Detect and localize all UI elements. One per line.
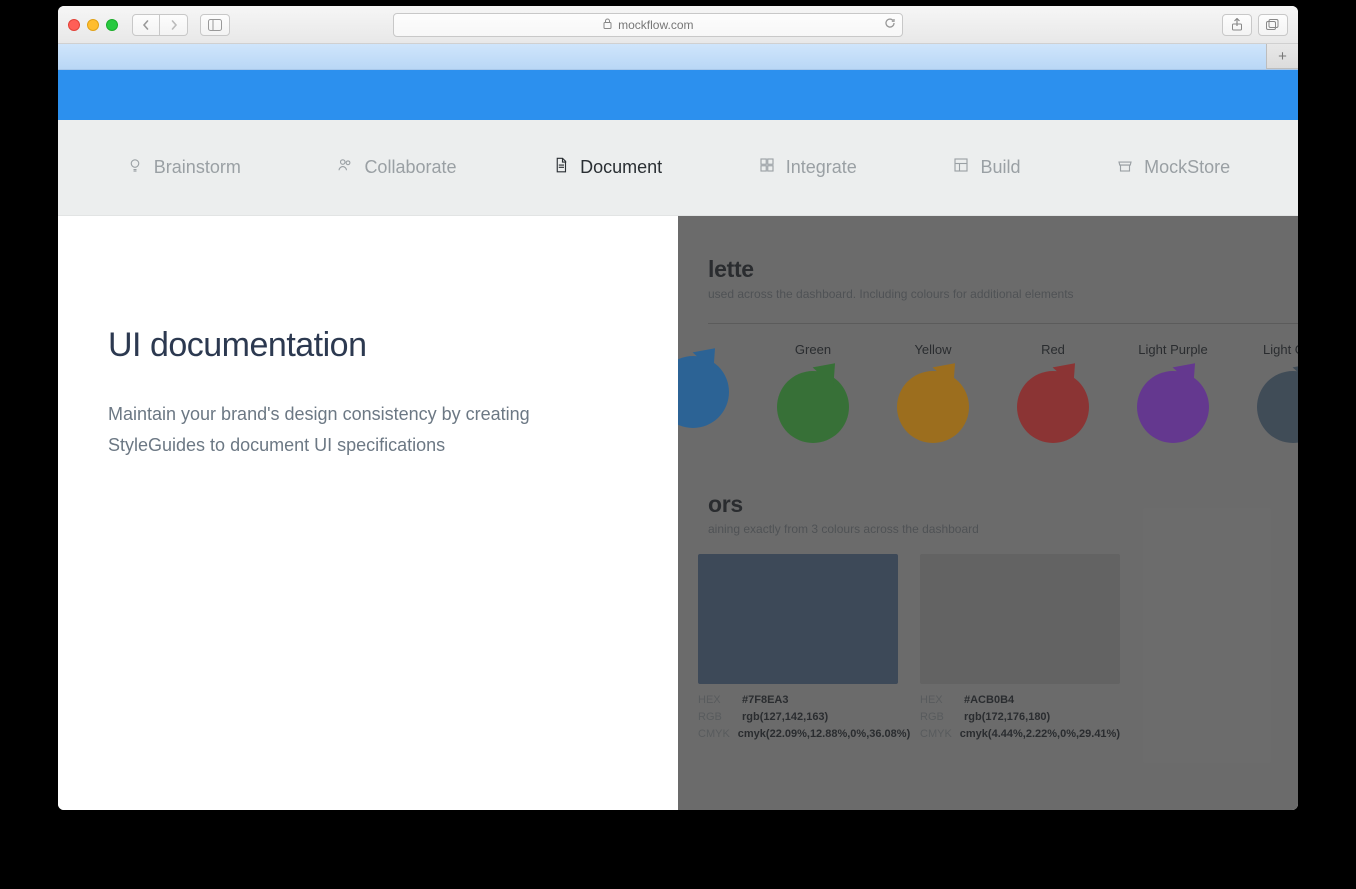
lightbulb-icon bbox=[126, 156, 144, 179]
tab-label: Brainstorm bbox=[154, 157, 241, 178]
share-button[interactable] bbox=[1222, 14, 1252, 36]
split-area: UI documentation Maintain your brand's d… bbox=[58, 216, 1298, 810]
hero-panel: UI documentation Maintain your brand's d… bbox=[58, 216, 678, 810]
close-window-button[interactable] bbox=[68, 19, 80, 31]
grid-icon bbox=[758, 156, 776, 179]
colors-heading: ors bbox=[708, 491, 1298, 518]
zoom-window-button[interactable] bbox=[106, 19, 118, 31]
color-cards-row: HEX7RGB0,71)CMYK8.17%,15.49%,0%,72.16%)H… bbox=[678, 554, 1298, 745]
tab-label: Document bbox=[580, 157, 662, 178]
nav-buttons bbox=[132, 14, 188, 36]
store-icon bbox=[1116, 156, 1134, 179]
browser-window: mockflow.com + Brainstorm Collab bbox=[58, 6, 1298, 810]
hero-title: UI documentation bbox=[108, 326, 638, 365]
titlebar: mockflow.com bbox=[58, 6, 1298, 44]
palette-heading: lette bbox=[708, 256, 1298, 283]
palette-droplet: Green bbox=[774, 342, 852, 443]
window-controls bbox=[68, 19, 118, 31]
layout-icon bbox=[952, 156, 970, 179]
tab-label: Integrate bbox=[786, 157, 857, 178]
site-header bbox=[58, 70, 1298, 120]
tab-mockstore[interactable]: MockStore bbox=[1116, 156, 1230, 179]
tab-label: MockStore bbox=[1144, 157, 1230, 178]
page-content: Brainstorm Collaborate Document Integrat… bbox=[58, 70, 1298, 810]
document-icon bbox=[552, 156, 570, 179]
droplet-shape bbox=[678, 356, 729, 428]
droplet-shape bbox=[1257, 371, 1298, 443]
minimize-window-button[interactable] bbox=[87, 19, 99, 31]
reload-icon[interactable] bbox=[884, 17, 896, 32]
droplet-shape bbox=[1017, 371, 1089, 443]
lock-icon bbox=[603, 18, 612, 32]
toolbar-right bbox=[1222, 14, 1288, 36]
tab-build[interactable]: Build bbox=[952, 156, 1020, 179]
droplet-label: Light Purple bbox=[1138, 342, 1207, 357]
tab-integrate[interactable]: Integrate bbox=[758, 156, 857, 179]
palette-droplet: Red bbox=[1014, 342, 1092, 443]
color-swatch bbox=[920, 554, 1120, 684]
tabs-overview-button[interactable] bbox=[1258, 14, 1288, 36]
back-button[interactable] bbox=[132, 14, 160, 36]
hero-description: Maintain your brand's design consistency… bbox=[108, 399, 608, 460]
tab-label: Collaborate bbox=[364, 157, 456, 178]
forward-button[interactable] bbox=[160, 14, 188, 36]
palette-droplet: Light Purple bbox=[1134, 342, 1212, 443]
people-icon bbox=[336, 156, 354, 179]
url-text: mockflow.com bbox=[618, 18, 693, 32]
palette-row: Green Yellow Red Light Purple Light Grey bbox=[678, 342, 1298, 443]
divider bbox=[708, 323, 1298, 324]
palette-droplet: Light Grey bbox=[1254, 342, 1298, 443]
color-card: HEX#ACB0B4RGBrgb(172,176,180)CMYKcmyk(4.… bbox=[920, 554, 1120, 745]
feature-tabs: Brainstorm Collaborate Document Integrat… bbox=[58, 120, 1298, 216]
new-tab-button[interactable]: + bbox=[1266, 44, 1298, 69]
droplet-shape bbox=[897, 371, 969, 443]
tab-brainstorm[interactable]: Brainstorm bbox=[126, 156, 241, 179]
colors-subtitle: aining exactly from 3 colours across the… bbox=[708, 522, 1298, 536]
palette-droplet bbox=[678, 342, 732, 443]
palette-subtitle: used across the dashboard. Including col… bbox=[708, 287, 1298, 301]
color-card: HEX#7F8EA3RGBrgb(127,142,163)CMYKcmyk(22… bbox=[698, 554, 898, 745]
styleguide-preview: lette used across the dashboard. Includi… bbox=[678, 216, 1298, 810]
tab-collaborate[interactable]: Collaborate bbox=[336, 156, 456, 179]
droplet-label: Light Grey bbox=[1263, 342, 1298, 357]
palette-droplet: Yellow bbox=[894, 342, 972, 443]
tab-document[interactable]: Document bbox=[552, 156, 662, 179]
droplet-shape bbox=[1137, 371, 1209, 443]
sidebar-toggle-button[interactable] bbox=[200, 14, 230, 36]
color-meta: HEX#7F8EA3RGBrgb(127,142,163)CMYKcmyk(22… bbox=[698, 694, 898, 740]
color-meta: HEX#ACB0B4RGBrgb(172,176,180)CMYKcmyk(4.… bbox=[920, 694, 1120, 740]
droplet-shape bbox=[777, 371, 849, 443]
address-bar[interactable]: mockflow.com bbox=[393, 13, 903, 37]
tab-strip: + bbox=[58, 44, 1298, 70]
tab-label: Build bbox=[980, 157, 1020, 178]
droplet-label: Red bbox=[1041, 342, 1065, 357]
color-swatch bbox=[698, 554, 898, 684]
